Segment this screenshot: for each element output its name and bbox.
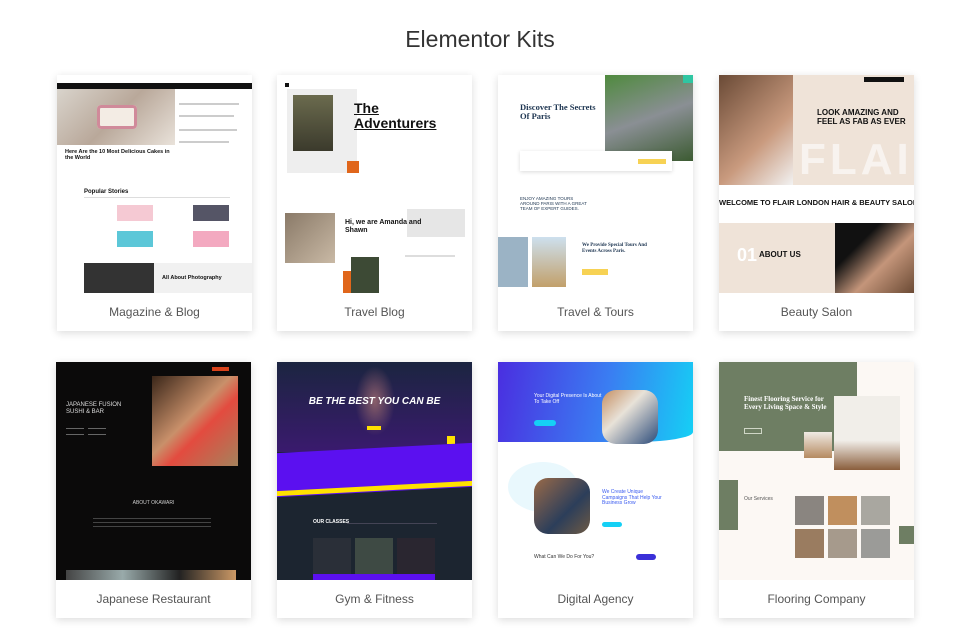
kit-label: Beauty Salon — [780, 305, 853, 319]
kit-thumbnail: BE THE BEST YOU CAN BE OUR CLASSES — [277, 362, 472, 580]
kit-thumbnail: FLAIR LOOK AMAZING AND FEEL AS FAB AS EV… — [719, 75, 914, 293]
kit-thumbnail: Your Digital Presence Is About To Take O… — [498, 362, 693, 580]
kit-card-digital-agency[interactable]: Your Digital Presence Is About To Take O… — [498, 362, 693, 618]
kit-card-travel-tours[interactable]: Discover The Secrets Of Paris ENJOY AMAZ… — [498, 75, 693, 331]
kit-card-japanese-restaurant[interactable]: JAPANESE FUSION SUSHI & BAR ABOUT OKAWAR… — [56, 362, 251, 618]
kit-card-travel-blog[interactable]: The Adventurers Hi, we are Amanda and Sh… — [277, 75, 472, 331]
kit-label: Japanese Restaurant — [96, 592, 211, 606]
kit-thumbnail: Here Are the 10 Most Delicious Cakes in … — [57, 75, 252, 293]
kit-thumbnail: JAPANESE FUSION SUSHI & BAR ABOUT OKAWAR… — [56, 362, 251, 580]
kit-thumbnail: Discover The Secrets Of Paris ENJOY AMAZ… — [498, 75, 693, 293]
kit-card-magazine-blog[interactable]: Here Are the 10 Most Delicious Cakes in … — [57, 75, 252, 331]
page-title: Elementor Kits — [405, 26, 555, 52]
kit-card-flooring-company[interactable]: Finest Flooring Service for Every Living… — [719, 362, 914, 618]
kit-card-gym-fitness[interactable]: BE THE BEST YOU CAN BE OUR CLASSES Gym &… — [277, 362, 472, 618]
kit-label: Gym & Fitness — [335, 592, 414, 606]
kit-thumbnail: The Adventurers Hi, we are Amanda and Sh… — [277, 75, 472, 293]
kit-label: Magazine & Blog — [109, 305, 200, 319]
kit-thumbnail: Finest Flooring Service for Every Living… — [719, 362, 914, 580]
kit-label: Travel & Tours — [557, 305, 634, 319]
kit-label: Travel Blog — [344, 305, 405, 319]
kit-card-beauty-salon[interactable]: FLAIR LOOK AMAZING AND FEEL AS FAB AS EV… — [719, 75, 914, 331]
kit-label: Flooring Company — [767, 592, 866, 606]
kit-label: Digital Agency — [557, 592, 634, 606]
